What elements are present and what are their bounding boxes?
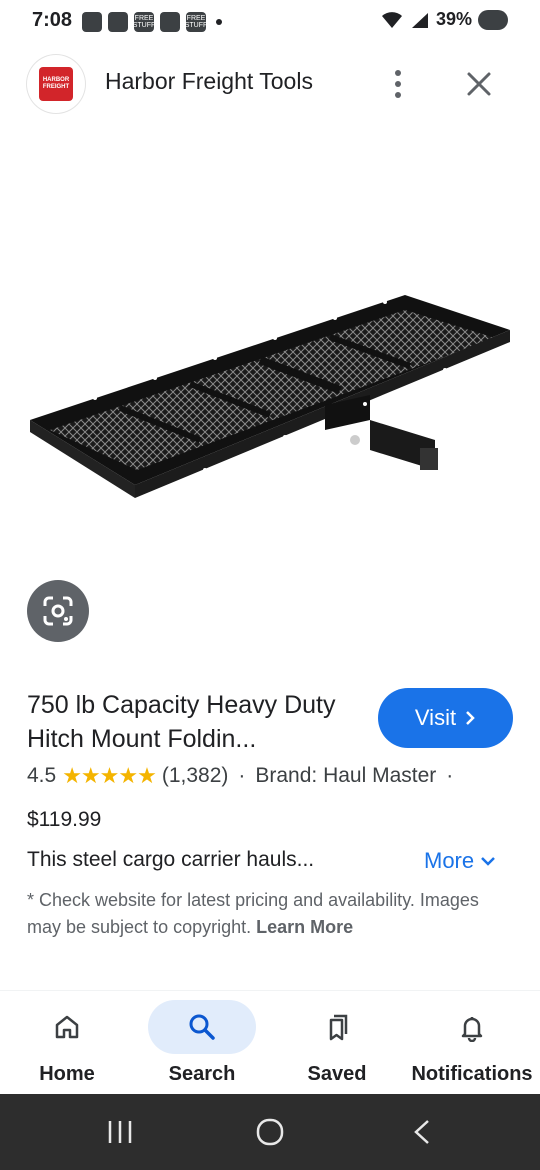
- nav-search-label: Search: [168, 1063, 236, 1085]
- home-circle-icon: [256, 1118, 284, 1146]
- notification-icon: FREE STUFF: [133, 12, 155, 32]
- product-title[interactable]: 750 lb Capacity Heavy Duty Hitch Mount F…: [27, 688, 362, 756]
- rating-row: 4.5 ★★★★★ (1,382) · Brand: Haul Master ·: [27, 763, 517, 789]
- battery-percent: 39%: [435, 9, 472, 29]
- back-icon: [414, 1120, 429, 1144]
- nav-search[interactable]: Search: [148, 991, 256, 1095]
- wifi-icon: [381, 11, 402, 28]
- disclaimer: * Check website for latest pricing and a…: [27, 887, 517, 941]
- visit-label: Visit: [414, 705, 457, 730]
- learn-more-link[interactable]: Learn More: [256, 917, 353, 937]
- chevron-right-icon: [466, 711, 475, 725]
- status-time: 7:08: [32, 9, 73, 31]
- harbor-freight-logo: HARBOR FREIGHT: [39, 67, 73, 101]
- nav-notifications[interactable]: Notifications: [408, 991, 536, 1095]
- home-icon: [55, 1015, 79, 1039]
- site-title: Harbor Freight Tools: [105, 68, 313, 94]
- signal-icon: [411, 12, 428, 28]
- review-count[interactable]: (1,382): [162, 764, 229, 788]
- lens-icon: [43, 596, 73, 626]
- close-icon[interactable]: [463, 68, 495, 100]
- saved-icon: [329, 1014, 348, 1041]
- notification-icon: [82, 12, 102, 32]
- status-bar: 7:08 FREE STUFF FREE STUFF 39%: [0, 0, 540, 44]
- brand-label: Brand: Haul Master: [255, 764, 437, 787]
- chevron-down-icon: [481, 857, 496, 866]
- lens-search-button[interactable]: [27, 580, 89, 642]
- battery-icon: [478, 9, 508, 30]
- system-navigation-bar: [0, 1094, 540, 1170]
- nav-home-label: Home: [39, 1063, 95, 1085]
- star-rating-icon: ★★★★★: [62, 763, 157, 788]
- notification-icon: [160, 12, 180, 32]
- visit-button[interactable]: Visit: [378, 688, 513, 748]
- nav-saved-label: Saved: [307, 1063, 367, 1085]
- site-logo[interactable]: HARBOR FREIGHT: [27, 55, 85, 113]
- product-description: This steel cargo carrier hauls...: [27, 848, 315, 871]
- more-vert-icon[interactable]: [383, 66, 413, 102]
- notification-icon: FREE STUFF: [185, 12, 207, 32]
- nav-saved[interactable]: Saved: [283, 991, 391, 1095]
- more-button[interactable]: More: [424, 848, 496, 874]
- more-notifications-dot-icon: [216, 19, 222, 25]
- bell-icon: [461, 1017, 483, 1042]
- nav-home[interactable]: Home: [13, 991, 121, 1095]
- disclaimer-text: * Check website for latest pricing and a…: [27, 890, 479, 937]
- home-system-button[interactable]: [250, 1116, 290, 1148]
- status-right: 39%: [380, 9, 508, 30]
- search-icon: [189, 1014, 215, 1040]
- more-label: More: [424, 848, 475, 873]
- notification-icon: [108, 12, 128, 32]
- site-header: HARBOR FREIGHT Harbor Freight Tools: [0, 52, 540, 116]
- rating-value: 4.5: [27, 764, 57, 787]
- nav-notifications-label: Notifications: [411, 1063, 533, 1085]
- product-price: $119.99: [27, 808, 102, 831]
- notification-icons: FREE STUFF FREE STUFF: [82, 12, 222, 32]
- back-button[interactable]: [402, 1116, 442, 1148]
- separator-dot: ·: [238, 764, 246, 787]
- bottom-navigation: Home Search Saved Notifications: [0, 990, 540, 1095]
- product-image[interactable]: [25, 280, 515, 510]
- separator-dot: ·: [446, 764, 454, 787]
- recent-apps-button[interactable]: [100, 1116, 140, 1148]
- recent-apps-icon: [108, 1121, 132, 1143]
